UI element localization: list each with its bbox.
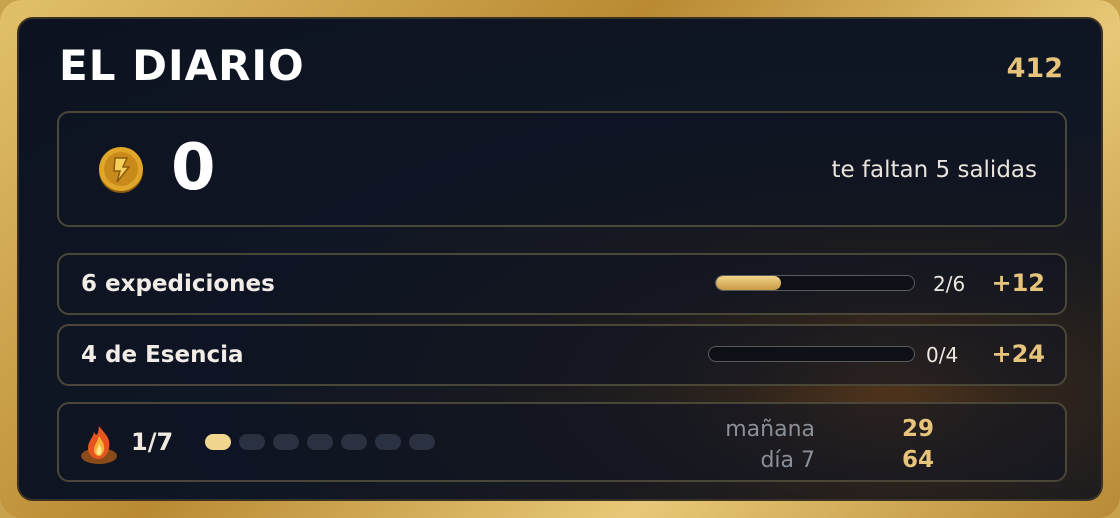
quest-progress-fill [716, 276, 782, 290]
flame-icon [81, 426, 117, 464]
streak-day-dot [239, 434, 265, 450]
coin-icon [99, 147, 143, 193]
streak-day-dot [409, 434, 435, 450]
streak-day-dot [307, 434, 333, 450]
next-reward-label: día 7 [760, 448, 815, 473]
streak-day-dot [205, 434, 231, 450]
quest-row[interactable]: 6 expediciones 2/6 +12 [57, 253, 1067, 315]
next-reward-values: 29 64 [902, 414, 934, 476]
balance-card: 0 te faltan 5 salidas [57, 111, 1067, 227]
streak-count: 1/7 [131, 428, 174, 456]
streak-day-dot [375, 434, 401, 450]
quest-progress-bar [715, 275, 915, 291]
streak-dots [205, 434, 435, 450]
journal-panel: EL DIARIO 412 0 te faltan 5 salidas 6 ex… [17, 17, 1103, 501]
streak-day-dot [273, 434, 299, 450]
next-reward-value: 29 [902, 416, 935, 442]
streak-card: 1/7 mañana día 7 29 64 [57, 402, 1067, 482]
page-title: EL DIARIO [59, 41, 305, 90]
next-reward-labels: mañana día 7 [725, 414, 815, 476]
streak-day-dot [341, 434, 367, 450]
remaining-outings-text: te faltan 5 salidas [831, 157, 1037, 183]
quest-progress-text: 2/6 [933, 272, 966, 296]
header-count: 412 [1006, 53, 1063, 84]
journal-frame: EL DIARIO 412 0 te faltan 5 salidas 6 ex… [0, 0, 1120, 518]
quest-reward: +24 [991, 340, 1045, 368]
quest-progress-bar [708, 346, 915, 362]
quest-label: 6 expediciones [81, 271, 275, 297]
quest-label: 4 de Esencia [81, 342, 244, 368]
quest-row[interactable]: 4 de Esencia 0/4 +24 [57, 324, 1067, 386]
quest-reward: +12 [991, 269, 1045, 297]
next-reward-label: mañana [725, 417, 815, 442]
next-reward-value: 64 [902, 447, 935, 473]
quest-progress-text: 0/4 [926, 343, 959, 367]
balance-value: 0 [171, 131, 216, 205]
